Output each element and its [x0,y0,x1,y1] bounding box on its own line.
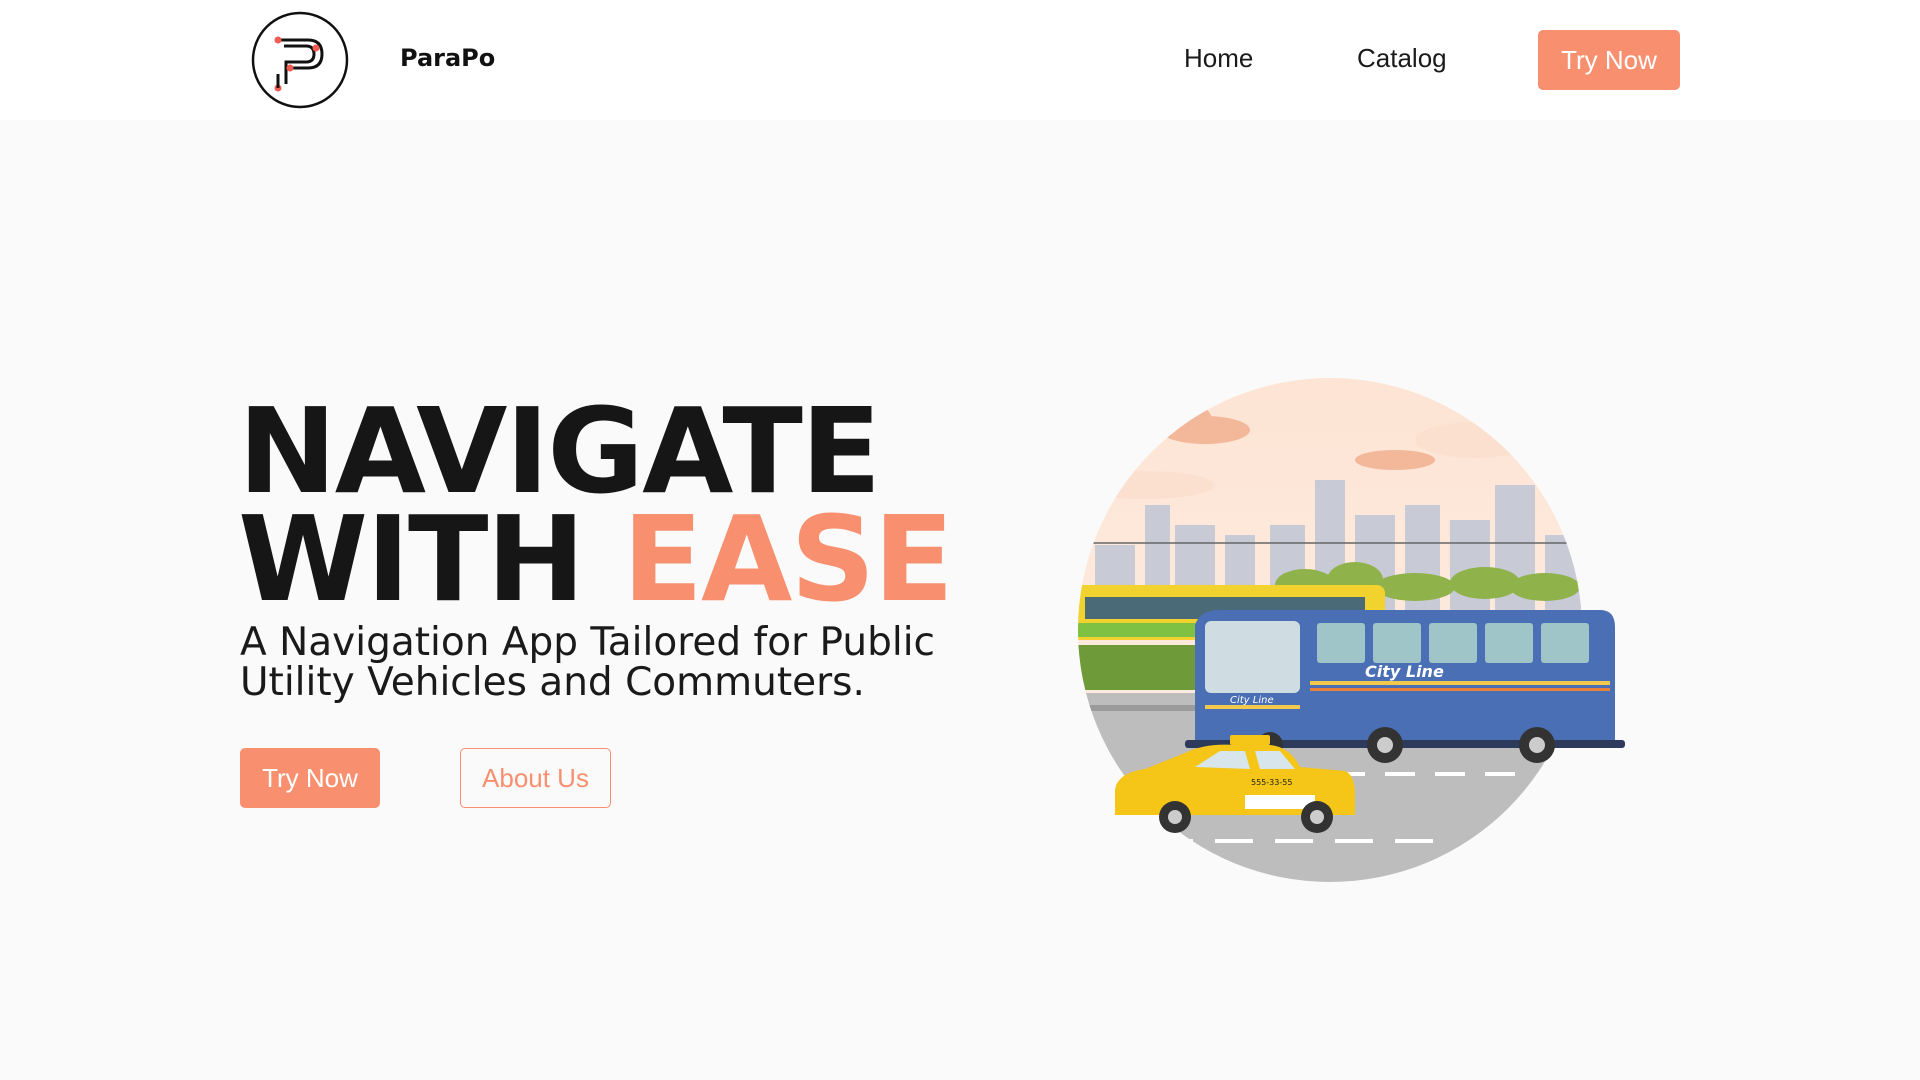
taxi-plate-text: 555-33-55 [1251,778,1292,787]
transport-illustration: City Line City Line 555-33-55 [1078,378,1625,882]
nav-link-home[interactable]: Home [1184,43,1253,74]
nav-try-now-button[interactable]: Try Now [1538,30,1680,90]
hero-headline-accent: EASE [622,490,954,628]
nav-link-catalog[interactable]: Catalog [1357,43,1447,74]
brand-name[interactable]: ParaPo [400,44,495,72]
hero-headline-line2: WITH EASE [238,500,954,618]
about-us-button[interactable]: About Us [460,748,611,808]
bus-side-text: City Line [1365,662,1444,681]
hero-subtitle: A Navigation App Tailored for Public Uti… [240,620,935,705]
hero-headline-plain: WITH [238,490,585,628]
navbar: ParaPo Home Catalog Try Now [0,0,1920,120]
hero-try-now-button[interactable]: Try Now [240,748,380,808]
bus-front-text: City Line [1230,695,1274,706]
parapo-logo-icon[interactable] [250,10,350,110]
